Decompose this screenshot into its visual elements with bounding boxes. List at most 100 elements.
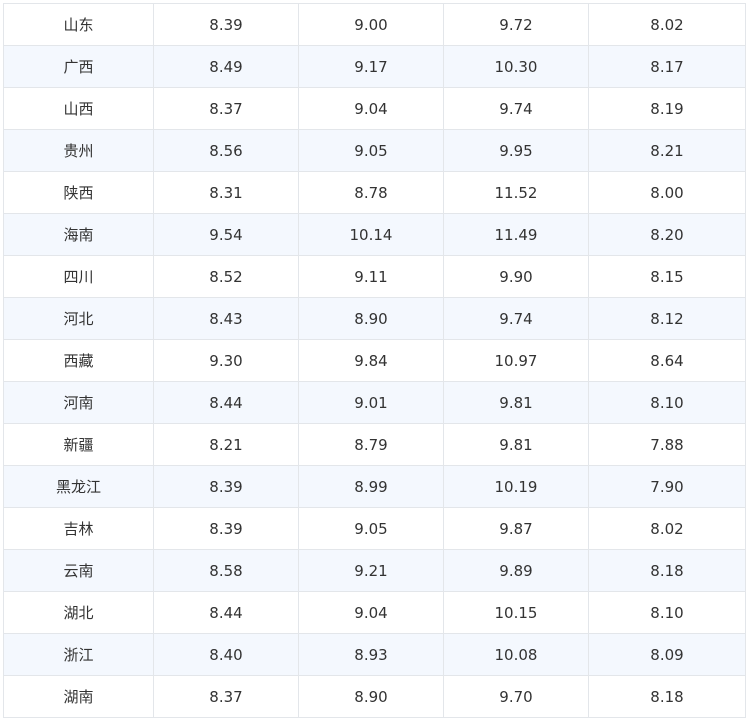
price-cell: 9.54 [153, 213, 299, 256]
province-cell: 黑龙江 [3, 465, 154, 508]
price-cell: 8.10 [588, 591, 746, 634]
price-cell: 8.02 [588, 507, 746, 550]
province-cell: 广西 [3, 45, 154, 88]
price-cell: 9.81 [443, 423, 589, 466]
province-cell: 海南 [3, 213, 154, 256]
price-cell: 8.99 [298, 465, 444, 508]
price-cell: 8.44 [153, 381, 299, 424]
price-cell: 8.58 [153, 549, 299, 592]
price-cell: 8.39 [153, 465, 299, 508]
price-cell: 9.05 [298, 129, 444, 172]
table-row: 陕西 8.31 8.78 11.52 8.00 [3, 171, 746, 214]
price-cell: 10.14 [298, 213, 444, 256]
table-row: 广西 8.49 9.17 10.30 8.17 [3, 45, 746, 88]
province-cell: 四川 [3, 255, 154, 298]
table-row: 湖北 8.44 9.04 10.15 8.10 [3, 591, 746, 634]
table-row: 吉林 8.39 9.05 9.87 8.02 [3, 507, 746, 550]
price-cell: 8.31 [153, 171, 299, 214]
price-cell: 9.04 [298, 591, 444, 634]
price-cell: 8.02 [588, 3, 746, 46]
price-cell: 9.30 [153, 339, 299, 382]
price-cell: 8.12 [588, 297, 746, 340]
price-cell: 8.18 [588, 675, 746, 718]
table-row: 河南 8.44 9.01 9.81 8.10 [3, 381, 746, 424]
price-cell: 8.39 [153, 3, 299, 46]
province-cell: 河北 [3, 297, 154, 340]
price-cell: 9.01 [298, 381, 444, 424]
table-row: 湖南 8.37 8.90 9.70 8.18 [3, 675, 746, 718]
price-cell: 10.08 [443, 633, 589, 676]
price-cell: 10.30 [443, 45, 589, 88]
price-cell: 8.39 [153, 507, 299, 550]
price-cell: 8.90 [298, 297, 444, 340]
price-cell: 8.90 [298, 675, 444, 718]
price-cell: 9.00 [298, 3, 444, 46]
price-cell: 9.81 [443, 381, 589, 424]
price-cell: 9.95 [443, 129, 589, 172]
price-cell: 7.88 [588, 423, 746, 466]
price-cell: 9.74 [443, 297, 589, 340]
table-row: 海南 9.54 10.14 11.49 8.20 [3, 213, 746, 256]
province-cell: 吉林 [3, 507, 154, 550]
price-cell: 11.52 [443, 171, 589, 214]
price-cell: 8.37 [153, 87, 299, 130]
province-cell: 西藏 [3, 339, 154, 382]
price-cell: 8.78 [298, 171, 444, 214]
price-cell: 9.84 [298, 339, 444, 382]
price-cell: 8.49 [153, 45, 299, 88]
table-row: 贵州 8.56 9.05 9.95 8.21 [3, 129, 746, 172]
price-cell: 8.21 [588, 129, 746, 172]
province-cell: 云南 [3, 549, 154, 592]
price-cell: 8.43 [153, 297, 299, 340]
table-row: 山西 8.37 9.04 9.74 8.19 [3, 87, 746, 130]
price-cell: 8.19 [588, 87, 746, 130]
province-cell: 湖南 [3, 675, 154, 718]
price-cell: 8.52 [153, 255, 299, 298]
province-cell: 贵州 [3, 129, 154, 172]
price-cell: 8.10 [588, 381, 746, 424]
price-cell: 8.79 [298, 423, 444, 466]
table-row: 四川 8.52 9.11 9.90 8.15 [3, 255, 746, 298]
province-cell: 新疆 [3, 423, 154, 466]
price-cell: 8.93 [298, 633, 444, 676]
price-cell: 8.18 [588, 549, 746, 592]
table-row: 山东 8.39 9.00 9.72 8.02 [3, 3, 746, 46]
price-cell: 9.05 [298, 507, 444, 550]
price-cell: 8.64 [588, 339, 746, 382]
price-cell: 9.11 [298, 255, 444, 298]
province-cell: 陕西 [3, 171, 154, 214]
price-cell: 9.21 [298, 549, 444, 592]
price-cell: 8.21 [153, 423, 299, 466]
price-cell: 10.97 [443, 339, 589, 382]
price-cell: 9.72 [443, 3, 589, 46]
price-cell: 8.44 [153, 591, 299, 634]
price-table: 山东 8.39 9.00 9.72 8.02 广西 8.49 9.17 10.3… [3, 3, 746, 718]
price-cell: 9.89 [443, 549, 589, 592]
price-cell: 8.40 [153, 633, 299, 676]
price-cell: 8.15 [588, 255, 746, 298]
price-cell: 8.20 [588, 213, 746, 256]
province-cell: 山东 [3, 3, 154, 46]
price-cell: 7.90 [588, 465, 746, 508]
price-cell: 9.70 [443, 675, 589, 718]
price-cell: 9.74 [443, 87, 589, 130]
price-cell: 9.90 [443, 255, 589, 298]
price-cell: 11.49 [443, 213, 589, 256]
price-cell: 10.15 [443, 591, 589, 634]
price-cell: 9.04 [298, 87, 444, 130]
province-cell: 浙江 [3, 633, 154, 676]
table-row: 黑龙江 8.39 8.99 10.19 7.90 [3, 465, 746, 508]
price-cell: 8.56 [153, 129, 299, 172]
table-body: 山东 8.39 9.00 9.72 8.02 广西 8.49 9.17 10.3… [3, 3, 746, 718]
table-row: 云南 8.58 9.21 9.89 8.18 [3, 549, 746, 592]
table-row: 新疆 8.21 8.79 9.81 7.88 [3, 423, 746, 466]
province-cell: 湖北 [3, 591, 154, 634]
province-cell: 河南 [3, 381, 154, 424]
table-row: 浙江 8.40 8.93 10.08 8.09 [3, 633, 746, 676]
price-cell: 8.09 [588, 633, 746, 676]
province-cell: 山西 [3, 87, 154, 130]
table-row: 河北 8.43 8.90 9.74 8.12 [3, 297, 746, 340]
price-cell: 9.87 [443, 507, 589, 550]
price-cell: 8.17 [588, 45, 746, 88]
price-cell: 8.37 [153, 675, 299, 718]
